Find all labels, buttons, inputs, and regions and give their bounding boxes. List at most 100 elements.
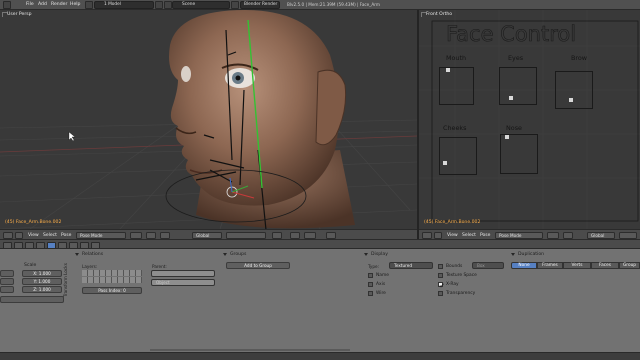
editor-type-icon[interactable] [422, 231, 432, 239]
scale-lock-y[interactable] [0, 278, 14, 285]
modifiers-tab-icon[interactable] [69, 241, 78, 249]
brow-control-knob[interactable] [569, 98, 573, 102]
menu-render[interactable]: Render [51, 2, 67, 7]
screen-layout-icon[interactable] [85, 1, 93, 9]
parent-type-select[interactable]: Object [151, 279, 215, 286]
scale-x-field[interactable]: X: 1.000 [22, 270, 62, 277]
cheeks-control-knob[interactable] [443, 161, 447, 165]
axis-checkbox[interactable] [368, 282, 373, 287]
manipulator-button[interactable] [160, 231, 170, 239]
display-type-select[interactable]: Textured [389, 262, 433, 269]
duplication-title: Duplication [518, 252, 545, 257]
constraints-tab-icon[interactable] [58, 241, 67, 249]
menu-add[interactable]: Add [38, 2, 47, 7]
editor-type-icon[interactable] [3, 231, 13, 239]
wire-checkbox-label: Wire [376, 291, 386, 296]
wire-checkbox[interactable] [368, 291, 373, 296]
shading-button[interactable] [130, 231, 142, 239]
eyes-control-knob[interactable] [509, 96, 513, 100]
top-info-bar: File Add Render Help 1 Model Scene Blend… [0, 0, 640, 10]
bounds-type-select[interactable]: Box [472, 262, 504, 269]
menu-select[interactable]: Select [462, 233, 476, 238]
checkmark-icon [438, 283, 444, 287]
editor-type-icon[interactable] [3, 241, 12, 249]
world-tab-icon[interactable] [36, 241, 45, 249]
scale-lock-x[interactable] [0, 270, 14, 277]
duplication-verts-button[interactable]: Verts [563, 262, 591, 269]
lock-layers-button[interactable] [272, 231, 282, 239]
mode-select[interactable]: Pose Mode [76, 231, 126, 239]
add-scene-button[interactable] [231, 1, 239, 9]
x-ray-checkbox[interactable] [438, 282, 444, 287]
layers-buttons[interactable] [226, 231, 266, 239]
viewport-corner-icon[interactable] [421, 12, 426, 17]
menu-view[interactable]: View [447, 233, 458, 238]
render-engine-field[interactable]: Blender Render [240, 1, 280, 9]
duplication-expand-icon[interactable] [511, 253, 515, 256]
axis-checkbox-label: Axis [376, 282, 386, 287]
horizontal-scrollbar[interactable] [150, 349, 350, 351]
orientation-select[interactable]: Global [587, 231, 615, 239]
scale-lock-z[interactable] [0, 286, 14, 293]
menu-help[interactable]: Help [70, 2, 80, 7]
pass-index-field[interactable]: Pass Index: 0 [82, 287, 142, 294]
viewport-front-ortho[interactable]: Face Control Front Ortho Mouth Eyes Brow… [419, 10, 640, 229]
menu-view[interactable]: View [28, 233, 39, 238]
relations-expand-icon[interactable] [75, 253, 79, 256]
layer-grid[interactable] [82, 270, 142, 283]
viewport-corner-icon[interactable] [2, 12, 7, 17]
object-tab-icon[interactable] [47, 241, 56, 249]
bounds-checkbox[interactable] [438, 264, 443, 269]
texture-space-checkbox[interactable] [438, 273, 443, 278]
display-expand-icon[interactable] [364, 253, 368, 256]
parent-label: Parent: [152, 264, 167, 269]
delta-field[interactable] [0, 296, 64, 303]
viewport-scene [0, 10, 417, 229]
object-label-right: (45) Face_Arm.Bone.002 [424, 220, 481, 225]
orientation-select[interactable]: Global [192, 231, 222, 239]
header-toggle-icon[interactable] [15, 231, 23, 239]
relations-title: Relations [82, 252, 104, 257]
layers-buttons[interactable] [619, 231, 637, 239]
bottom-bar [0, 352, 640, 360]
add-to-group-button[interactable]: Add to Group [226, 262, 290, 269]
screen-layout-field[interactable]: 1 Model [94, 1, 154, 9]
duplication-group-button[interactable]: Group [619, 262, 640, 269]
render-tab-icon[interactable] [14, 241, 23, 249]
scene-icon[interactable] [164, 1, 172, 9]
render-button[interactable] [326, 231, 336, 239]
scale-z-field[interactable]: Z: 1.000 [22, 286, 62, 293]
groups-expand-icon[interactable] [223, 253, 227, 256]
display-type-label: Type: [368, 264, 380, 269]
nose-control-knob[interactable] [505, 135, 509, 139]
transparency-checkbox[interactable] [438, 291, 443, 296]
scene-field[interactable]: Scene [172, 1, 230, 9]
parent-field[interactable] [151, 270, 215, 277]
cheeks-control-box [439, 137, 477, 175]
snap-button[interactable] [290, 231, 300, 239]
menu-pose[interactable]: Pose [480, 233, 490, 238]
menu-pose[interactable]: Pose [61, 233, 71, 238]
shading-button[interactable] [547, 231, 559, 239]
snap-target-button[interactable] [304, 231, 316, 239]
viewport-user-persp[interactable]: User Persp (45) Face_Arm.Bone.002 [0, 10, 417, 229]
duplication-frames-button[interactable]: Frames [537, 262, 563, 269]
transform-locks-tab[interactable]: Transform Locks [63, 263, 68, 297]
menu-file[interactable]: File [26, 2, 34, 7]
data-tab-icon[interactable] [80, 241, 89, 249]
mouth-control-knob[interactable] [446, 68, 450, 72]
add-screen-button[interactable] [155, 1, 163, 9]
pivot-button[interactable] [146, 231, 156, 239]
info-editor-icon[interactable] [3, 1, 11, 9]
duplication-faces-button[interactable]: Faces [591, 262, 619, 269]
mode-select[interactable]: Pose Mode [495, 231, 543, 239]
menu-select[interactable]: Select [43, 233, 57, 238]
bone-tab-icon[interactable] [91, 241, 100, 249]
scale-y-field[interactable]: Y: 1.000 [22, 278, 62, 285]
scene-tab-icon[interactable] [25, 241, 34, 249]
header-toggle-icon[interactable] [434, 231, 442, 239]
duplication-none-button[interactable]: None [511, 262, 537, 269]
name-checkbox[interactable] [368, 273, 373, 278]
pivot-button[interactable] [563, 231, 573, 239]
eyes-label: Eyes [508, 54, 524, 62]
